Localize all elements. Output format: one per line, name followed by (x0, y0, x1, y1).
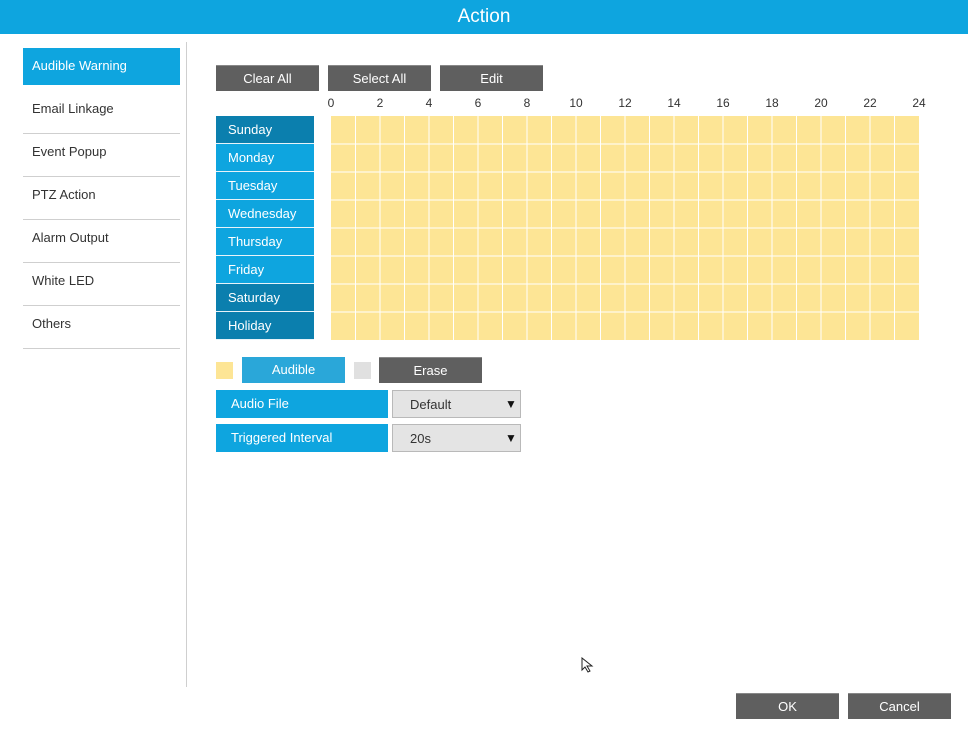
day-holiday[interactable]: Holiday (216, 312, 314, 340)
sidebar-item-ptz-action[interactable]: PTZ Action (23, 177, 180, 220)
hour-label: 2 (376, 96, 384, 110)
triggered-interval-select[interactable]: 20s ▼ (392, 424, 521, 452)
ok-button[interactable]: OK (736, 693, 839, 719)
sidebar-item-event-popup[interactable]: Event Popup (23, 134, 180, 177)
erase-color-swatch (354, 362, 371, 379)
audible-button[interactable]: Audible (242, 357, 345, 383)
sidebar-item-others[interactable]: Others (23, 306, 180, 349)
day-labels: Sunday Monday Tuesday Wednesday Thursday… (216, 116, 314, 340)
hour-axis: 0 2 4 6 8 10 12 14 16 18 20 22 24 (0, 95, 968, 111)
triggered-interval-label: Triggered Interval (216, 424, 388, 452)
title-bar: Action (0, 0, 968, 34)
hour-label: 4 (425, 96, 433, 110)
day-friday[interactable]: Friday (216, 256, 314, 284)
sidebar-divider (186, 42, 187, 687)
erase-button[interactable]: Erase (379, 357, 482, 383)
clear-all-button[interactable]: Clear All (216, 65, 319, 91)
audio-file-label: Audio File (216, 390, 388, 418)
edit-button[interactable]: Edit (440, 65, 543, 91)
cancel-button[interactable]: Cancel (848, 693, 951, 719)
hour-label: 14 (667, 96, 681, 110)
hour-label: 16 (716, 96, 730, 110)
schedule-grid-lines (331, 116, 919, 340)
hour-label: 22 (863, 96, 877, 110)
audio-file-value: Default (410, 397, 452, 412)
day-monday[interactable]: Monday (216, 144, 314, 172)
hour-label: 8 (523, 96, 531, 110)
sidebar-item-white-led[interactable]: White LED (23, 263, 180, 306)
sidebar-item-alarm-output[interactable]: Alarm Output (23, 220, 180, 263)
day-wednesday[interactable]: Wednesday (216, 200, 314, 228)
sidebar-item-audible-warning[interactable]: Audible Warning (23, 48, 180, 85)
hour-label: 20 (814, 96, 828, 110)
schedule-grid[interactable] (331, 116, 919, 340)
day-sunday[interactable]: Sunday (216, 116, 314, 144)
audible-color-swatch (216, 362, 233, 379)
audio-file-select[interactable]: Default ▼ (392, 390, 521, 418)
window-title: Action (457, 6, 511, 27)
dropdown-arrow-icon: ▼ (505, 397, 517, 411)
triggered-interval-value: 20s (410, 431, 431, 446)
hour-label: 6 (474, 96, 482, 110)
sidebar: Audible Warning Email Linkage Event Popu… (23, 48, 180, 349)
dropdown-arrow-icon: ▼ (505, 431, 517, 445)
day-tuesday[interactable]: Tuesday (216, 172, 314, 200)
day-thursday[interactable]: Thursday (216, 228, 314, 256)
hour-label: 24 (912, 96, 926, 110)
day-saturday[interactable]: Saturday (216, 284, 314, 312)
hour-label: 12 (618, 96, 632, 110)
hour-label: 18 (765, 96, 779, 110)
hour-label: 10 (569, 96, 583, 110)
mouse-pointer-icon (581, 657, 594, 673)
hour-label: 0 (327, 96, 335, 110)
select-all-button[interactable]: Select All (328, 65, 431, 91)
